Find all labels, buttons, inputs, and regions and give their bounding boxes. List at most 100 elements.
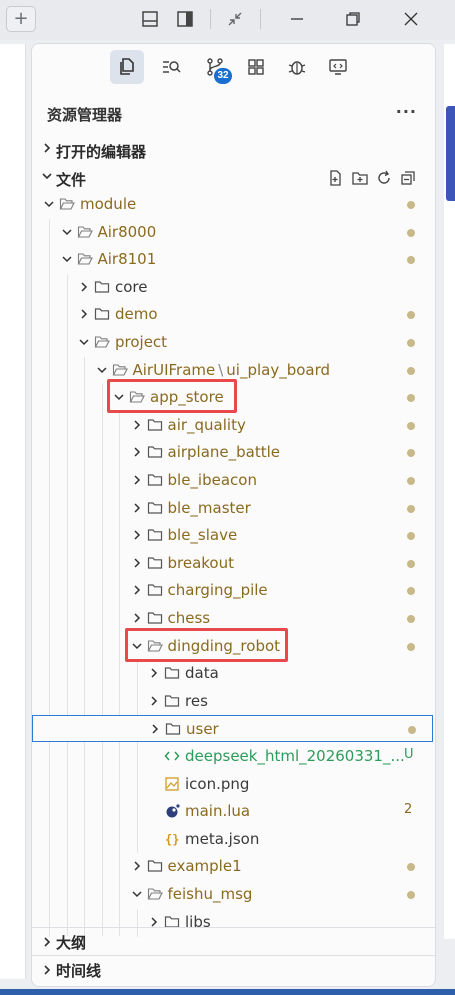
tree-item-label: airplane_battle — [167, 443, 281, 461]
tree-item-label: AirUIFrame — [132, 361, 216, 379]
minimize-icon[interactable] — [288, 10, 306, 28]
outline-section[interactable]: 大纲 — [32, 929, 435, 955]
editor-right-edge — [444, 44, 455, 939]
chevron-down-icon[interactable] — [131, 889, 142, 899]
chevron-right-icon[interactable] — [79, 309, 89, 319]
chevron-right-icon[interactable] — [132, 503, 142, 513]
modified-indicator — [407, 891, 415, 899]
tree-folder-row[interactable]: charging_pile — [32, 577, 435, 604]
git-status: 2 — [404, 802, 413, 817]
tree-folder-row[interactable]: feishu_msg — [32, 881, 435, 908]
tree-file-row[interactable]: {} meta.json — [32, 826, 435, 853]
tree-folder-row[interactable]: Air8101 — [32, 246, 435, 273]
folder-icon — [147, 474, 162, 486]
tree-folder-row[interactable]: example1 — [32, 853, 435, 880]
chevron-down-icon[interactable] — [44, 199, 54, 209]
restore-layout-icon[interactable] — [226, 10, 244, 28]
tree-file-row[interactable]: deepseek_html_20260331_... U — [32, 743, 435, 770]
tree-file-row[interactable]: icon.png — [32, 771, 435, 798]
tree-folder-row[interactable]: ble_slave — [32, 522, 435, 549]
tree-folder-row[interactable]: demo — [32, 301, 435, 328]
more-actions-button[interactable]: ··· — [396, 102, 417, 121]
chevron-right-icon — [44, 143, 51, 153]
chevron-right-icon[interactable] — [132, 530, 142, 540]
file-actions — [327, 169, 417, 189]
chevron-down-icon[interactable] — [61, 254, 72, 264]
tree-folder-row[interactable]: user — [32, 715, 433, 742]
tree-item-label: ble_ibeacon — [167, 471, 257, 489]
path-separator: \ — [218, 361, 224, 379]
chevron-right-icon[interactable] — [150, 724, 160, 734]
maximize-icon[interactable] — [344, 10, 362, 28]
chevron-right-icon[interactable] — [132, 475, 142, 485]
title-bar: + — [0, 0, 455, 40]
folder-open-icon — [77, 253, 93, 265]
titlebar-separator — [210, 9, 211, 29]
chevron-right-icon[interactable] — [132, 558, 142, 568]
folder-icon — [147, 584, 162, 596]
new-folder-icon[interactable] — [351, 169, 369, 187]
folder-icon — [94, 281, 110, 293]
git-status: U — [404, 747, 414, 762]
chevron-right-icon[interactable] — [149, 668, 159, 678]
close-icon[interactable] — [402, 10, 420, 28]
chevron-right-icon[interactable] — [79, 282, 89, 292]
tree-folder-row[interactable]: Air8000 — [32, 219, 435, 246]
chevron-down-icon[interactable] — [79, 337, 89, 347]
search-tab[interactable] — [154, 50, 188, 84]
tree-folder-row[interactable]: ble_master — [32, 495, 435, 522]
tree-folder-row[interactable]: core — [32, 274, 435, 301]
image-file-icon — [165, 777, 179, 791]
modified-indicator — [407, 339, 415, 347]
tree-file-row[interactable]: main.lua 2 — [32, 798, 435, 825]
modified-indicator — [407, 367, 415, 375]
chevron-right-icon[interactable] — [132, 861, 142, 871]
search-icon — [163, 61, 181, 73]
chevron-right-icon — [44, 937, 51, 947]
chevron-right-icon[interactable] — [149, 917, 159, 927]
open-editors-section[interactable]: 打开的编辑器 — [32, 138, 435, 164]
collapse-all-icon[interactable] — [399, 169, 417, 187]
tree-folder-row[interactable]: project — [32, 329, 435, 356]
section-label: 大纲 — [56, 934, 87, 952]
tree-item-label: core — [115, 278, 148, 296]
chevron-right-icon[interactable] — [149, 696, 159, 706]
chevron-right-icon[interactable] — [132, 613, 142, 623]
refresh-icon[interactable] — [375, 169, 393, 187]
new-tab-button[interactable]: + — [6, 6, 36, 32]
folder-icon — [147, 419, 162, 431]
tree-folder-row[interactable]: air_quality — [32, 412, 435, 439]
highlight-box — [124, 628, 288, 662]
chevron-right-icon — [44, 965, 51, 975]
chevron-down-icon[interactable] — [96, 365, 107, 375]
extensions-tab[interactable] — [239, 50, 273, 84]
remote-tab[interactable] — [321, 50, 355, 84]
accent-tab — [446, 106, 455, 201]
chevron-right-icon[interactable] — [132, 585, 142, 595]
chevron-right-icon[interactable] — [132, 420, 142, 430]
tree-folder-row[interactable]: res — [32, 688, 435, 715]
folder-icon — [147, 557, 162, 569]
tree-folder-row[interactable]: airplane_battle — [32, 439, 435, 466]
explorer-tab[interactable] — [110, 50, 144, 84]
new-file-icon[interactable] — [327, 169, 345, 187]
section-divider — [32, 927, 435, 928]
debug-tab[interactable] — [280, 50, 314, 84]
timeline-section[interactable]: 时间线 — [32, 957, 435, 983]
folder-open-icon — [147, 888, 163, 900]
modified-indicator — [407, 449, 415, 457]
chevron-down-icon[interactable] — [61, 227, 72, 237]
tree-folder-row[interactable]: module — [32, 191, 435, 218]
toggle-panel-icon[interactable] — [141, 10, 159, 28]
folder-icon — [164, 667, 180, 679]
source-control-tab[interactable]: 32 — [198, 50, 232, 84]
toggle-sidebar-icon[interactable] — [176, 10, 194, 28]
tree-folder-row[interactable]: breakout — [32, 550, 435, 577]
explorer-panel: 32 资源管理器 ··· 打开的编辑器 文件 module Air8000 Air8… — [31, 43, 436, 987]
tree-folder-row[interactable]: data — [32, 660, 435, 687]
tree-folder-row[interactable]: ble_ibeacon — [32, 467, 435, 494]
chevron-right-icon[interactable] — [132, 447, 142, 457]
modified-indicator — [407, 643, 415, 651]
folder-icon — [164, 695, 180, 707]
highlight-box — [107, 379, 237, 413]
